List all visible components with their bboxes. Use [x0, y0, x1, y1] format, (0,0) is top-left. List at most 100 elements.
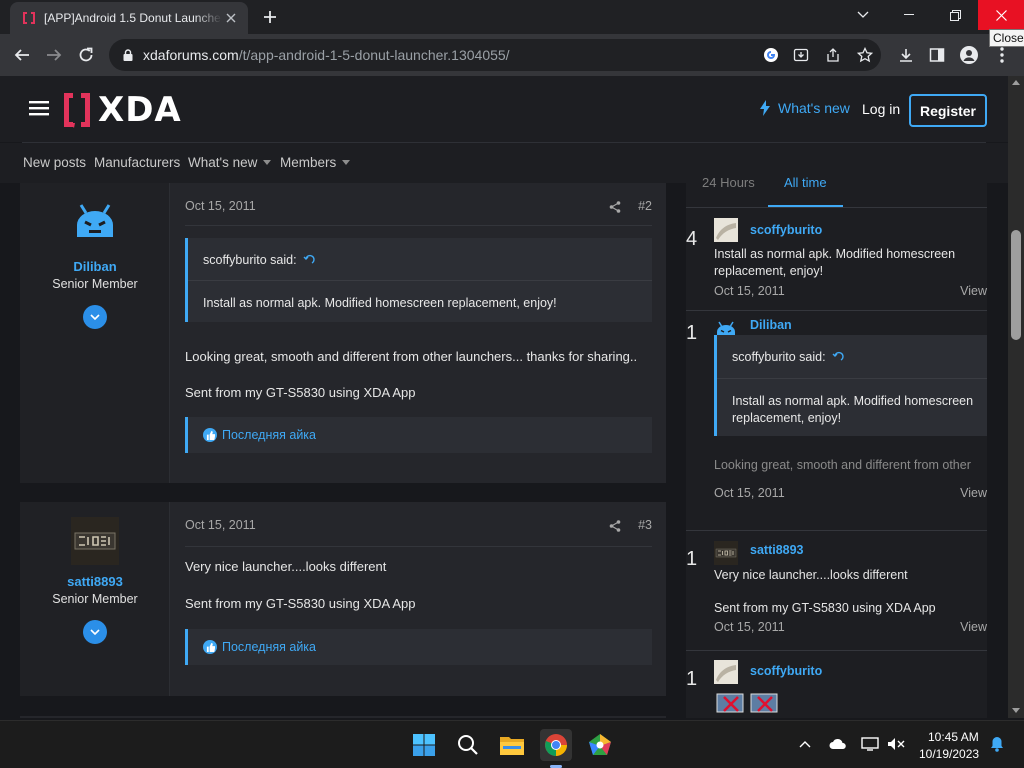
- post-number[interactable]: #2: [638, 199, 652, 213]
- url-text[interactable]: xdaforums.com/t/app-android-1-5-donut-la…: [143, 47, 510, 63]
- forward-arrow-icon[interactable]: [40, 41, 68, 69]
- post-author-name[interactable]: satti8893: [20, 574, 170, 589]
- lock-icon[interactable]: [123, 49, 133, 61]
- sidebar-excerpt: Install as normal apk. Modified homescre…: [714, 247, 956, 278]
- post-author-name[interactable]: Diliban: [20, 259, 170, 274]
- nav-new-posts[interactable]: New posts: [23, 155, 86, 170]
- browser-tab[interactable]: [APP]Android 1.5 Donut Launcher: [10, 2, 248, 34]
- login-link[interactable]: Log in: [862, 101, 900, 117]
- sidebar-view-link[interactable]: View: [960, 620, 987, 634]
- quote-header[interactable]: scoffyburito said:: [203, 253, 315, 267]
- scoffyburito-avatar-icon[interactable]: [714, 660, 738, 684]
- post-number[interactable]: #3: [638, 518, 652, 532]
- post-text: Looking great, smooth and different from…: [185, 349, 638, 364]
- register-button[interactable]: Register: [909, 94, 987, 127]
- search-icon[interactable]: [452, 729, 484, 761]
- chevron-down-icon[interactable]: [263, 160, 272, 165]
- new-tab-icon[interactable]: [258, 6, 282, 28]
- closed-sign-avatar-icon[interactable]: [714, 541, 738, 565]
- chevron-down-icon[interactable]: [342, 160, 351, 165]
- nav-members[interactable]: Members: [280, 155, 351, 170]
- closed-sign-avatar-icon[interactable]: [71, 517, 119, 565]
- share-page-icon[interactable]: [821, 43, 845, 67]
- browser-toolbar: xdaforums.com/t/app-android-1-5-donut-la…: [0, 34, 1024, 76]
- quote-link-icon[interactable]: [832, 351, 844, 363]
- share-icon[interactable]: [608, 200, 622, 214]
- sidebar-author[interactable]: satti8893: [750, 543, 804, 557]
- quote-link-icon[interactable]: [303, 254, 315, 266]
- speaker-muted-icon[interactable]: [886, 736, 906, 752]
- broken-image-icon: [750, 693, 778, 713]
- xda-favicon-icon: [22, 11, 36, 25]
- reaction-bar[interactable]: Последняя айка: [185, 417, 652, 453]
- post-date[interactable]: Oct 15, 2011: [185, 518, 256, 532]
- sidebar-quote: scoffyburito said: Install as normal apk…: [714, 335, 987, 436]
- google-lens-icon[interactable]: [759, 43, 783, 67]
- display-icon[interactable]: [860, 736, 880, 752]
- nav-whats-new[interactable]: What's new: [188, 155, 272, 170]
- colorful-pentagon-app-icon[interactable]: [584, 729, 616, 761]
- sidebar-item: 1 Diliban scoffyburito said: Install as …: [686, 311, 987, 531]
- sidebar-author[interactable]: scoffyburito: [750, 664, 822, 678]
- restore-icon[interactable]: [932, 0, 978, 30]
- bookmark-star-icon[interactable]: [853, 43, 877, 67]
- reaction-user[interactable]: Последняя айка: [222, 428, 316, 442]
- sidebar-author[interactable]: Diliban: [750, 318, 792, 332]
- post-2: Diliban Senior Member Oct 15, 2011 #2 sc…: [20, 183, 666, 483]
- sidebar-date: Oct 15, 2011: [714, 486, 785, 500]
- post-divider: [185, 225, 652, 226]
- xda-logo[interactable]: XDA: [62, 90, 182, 130]
- reaction-count: 4: [686, 228, 698, 250]
- chevron-up-icon[interactable]: [798, 738, 812, 750]
- whats-new-link[interactable]: What's new: [758, 100, 850, 116]
- post-date[interactable]: Oct 15, 2011: [185, 199, 256, 213]
- sidebar-author[interactable]: scoffyburito: [750, 223, 822, 237]
- post-quote: scoffyburito said: Install as normal apk…: [185, 238, 652, 322]
- nav-manufacturers[interactable]: Manufacturers: [94, 155, 180, 170]
- nav-members-label: Members: [280, 155, 337, 170]
- post-signature: Sent from my GT-S5830 using XDA App: [185, 596, 416, 611]
- page-scrollbar[interactable]: [1008, 76, 1024, 718]
- profile-icon[interactable]: [955, 41, 983, 69]
- sidebar-item: 1 satti8893 Very nice launcher....looks …: [686, 531, 987, 651]
- reload-icon[interactable]: [72, 41, 100, 69]
- back-arrow-icon[interactable]: [8, 41, 36, 69]
- side-panel-icon[interactable]: [923, 41, 951, 69]
- lightning-icon: [758, 100, 772, 116]
- reaction-user[interactable]: Последняя айка: [222, 640, 316, 654]
- share-icon[interactable]: [608, 519, 622, 533]
- download-icon[interactable]: [892, 41, 920, 69]
- post-divider: [185, 546, 652, 547]
- expand-chevron-icon[interactable]: [83, 620, 107, 644]
- install-app-icon[interactable]: [789, 43, 813, 67]
- tab-close-icon[interactable]: [222, 9, 240, 27]
- scroll-up-arrow-icon[interactable]: [1012, 80, 1020, 85]
- clock-date[interactable]: 10/19/2023: [919, 747, 979, 761]
- cyanogen-avatar-icon[interactable]: [71, 195, 119, 243]
- reaction-bar[interactable]: Последняя айка: [185, 629, 652, 665]
- tab-24-hours[interactable]: 24 Hours: [702, 175, 755, 190]
- onedrive-cloud-icon[interactable]: [828, 736, 848, 752]
- quote-header[interactable]: scoffyburito said:: [732, 350, 844, 364]
- clock-time[interactable]: 10:45 AM: [928, 730, 979, 744]
- notification-bell-icon[interactable]: [988, 735, 1006, 753]
- scroll-down-arrow-icon[interactable]: [1012, 708, 1020, 713]
- quote-author: scoffyburito said:: [203, 253, 297, 267]
- tab-title: [APP]Android 1.5 Donut Launcher: [44, 11, 222, 25]
- scoffyburito-avatar-icon[interactable]: [714, 218, 738, 242]
- file-explorer-icon[interactable]: [496, 729, 528, 761]
- sidebar-excerpt-faded: Looking great, smooth and different from…: [714, 458, 971, 472]
- hamburger-menu-icon[interactable]: [28, 98, 50, 118]
- windows-start-icon[interactable]: [408, 729, 440, 761]
- tab-all-time[interactable]: All time: [784, 175, 827, 190]
- nav-whats-new-label: What's new: [188, 155, 258, 170]
- address-bar[interactable]: xdaforums.com/t/app-android-1-5-donut-la…: [109, 39, 881, 71]
- expand-chevron-icon[interactable]: [83, 305, 107, 329]
- tab-search-chevron-icon[interactable]: [840, 0, 886, 30]
- sidebar-view-link[interactable]: View: [960, 284, 987, 298]
- minimize-icon[interactable]: [886, 0, 932, 30]
- sidebar-view-link[interactable]: View: [960, 486, 987, 500]
- scrollbar-thumb[interactable]: [1011, 230, 1021, 340]
- window-close-icon[interactable]: [978, 0, 1024, 30]
- chrome-taskbar-icon[interactable]: [540, 729, 572, 761]
